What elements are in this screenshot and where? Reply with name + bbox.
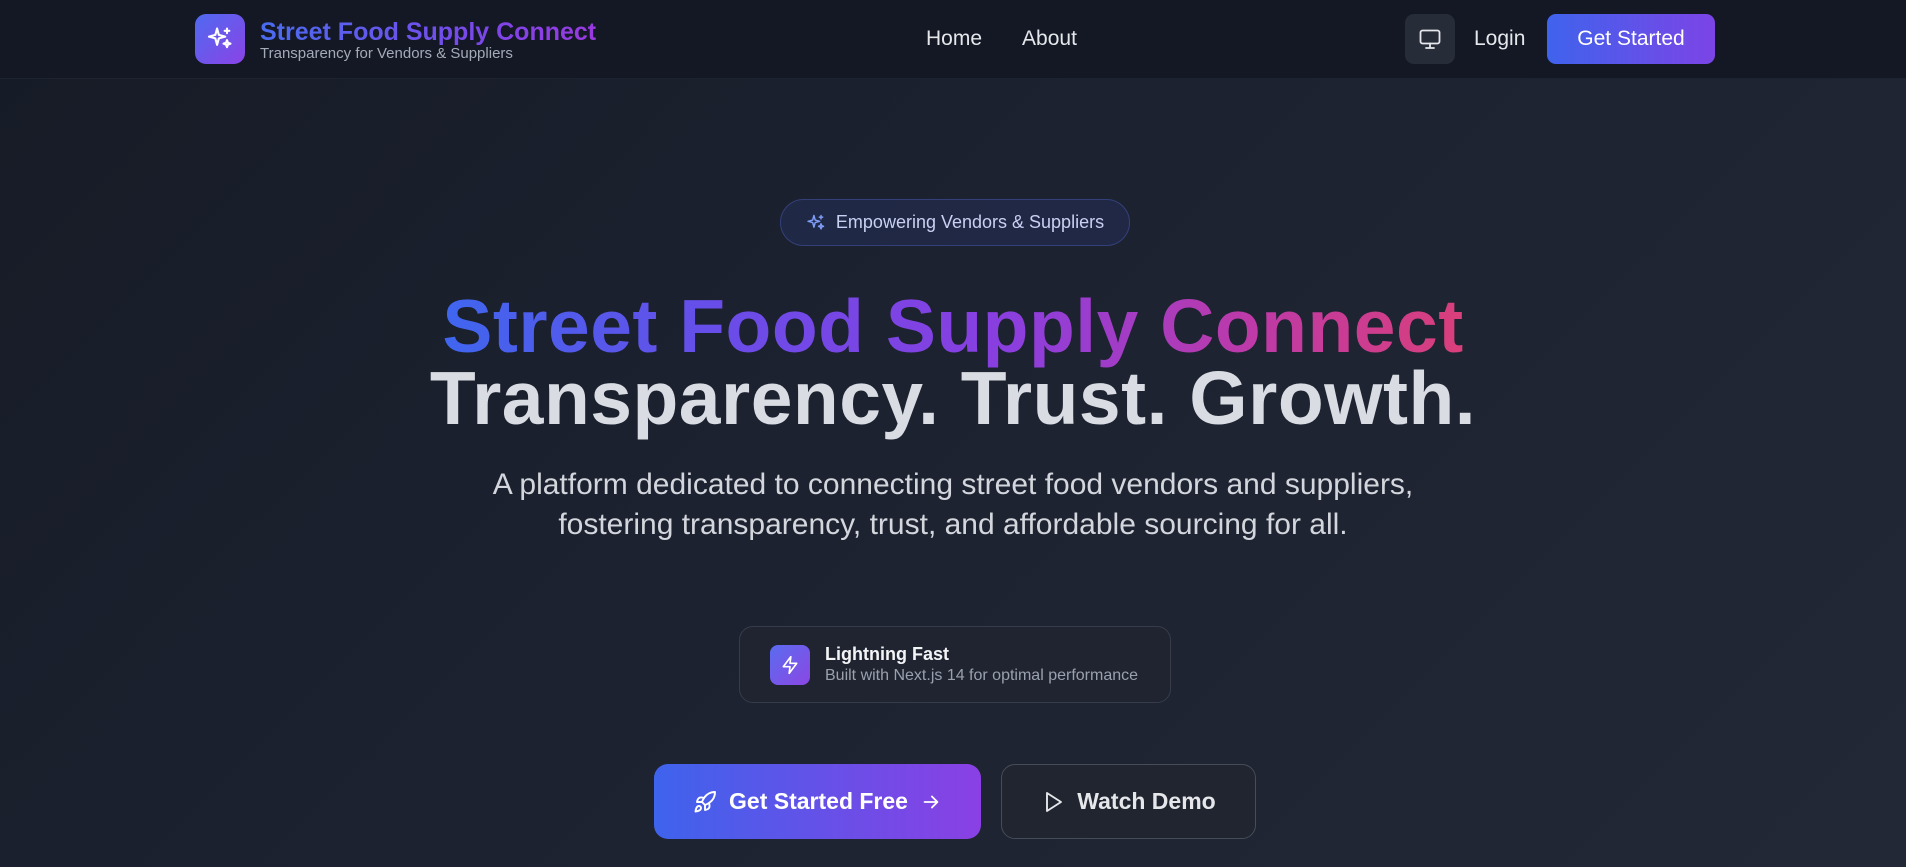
display-toggle-button[interactable] xyxy=(1405,14,1455,64)
feature-card: Lightning Fast Built with Next.js 14 for… xyxy=(739,626,1171,703)
login-link[interactable]: Login xyxy=(1474,26,1525,52)
brand-subtitle: Transparency for Vendors & Suppliers xyxy=(260,44,513,62)
watch-demo-button[interactable]: Watch Demo xyxy=(1001,764,1256,839)
rocket-icon xyxy=(693,790,717,814)
feature-title: Lightning Fast xyxy=(825,644,949,664)
hero-headline-plain: Transparency. Trust. Growth. xyxy=(429,356,1477,440)
get-started-free-label: Get Started Free xyxy=(729,788,908,814)
hero-description: A platform dedicated to connecting stree… xyxy=(492,468,1414,541)
watch-demo-label: Watch Demo xyxy=(1077,788,1216,814)
brand-text: Street Food Supply Connect Transparency … xyxy=(260,17,596,62)
get-started-button[interactable]: Get Started xyxy=(1547,14,1715,64)
hero-badge: Empowering Vendors & Suppliers xyxy=(780,199,1130,246)
hero-badge-text: Empowering Vendors & Suppliers xyxy=(835,212,1105,232)
play-icon xyxy=(1041,790,1065,814)
feature-text: Lightning Fast Built with Next.js 14 for… xyxy=(825,643,1138,686)
feature-subtitle: Built with Next.js 14 for optimal perfor… xyxy=(825,667,1139,684)
brand-title: Street Food Supply Connect xyxy=(260,17,597,46)
monitor-icon xyxy=(1418,27,1442,51)
sparkles-icon xyxy=(195,14,245,64)
lightning-icon xyxy=(770,644,810,685)
get-started-free-button[interactable]: Get Started Free xyxy=(654,764,981,839)
main-nav: Home About xyxy=(926,26,1117,52)
nav-link-home[interactable]: Home xyxy=(926,26,982,52)
sparkles-icon xyxy=(806,213,826,233)
brand[interactable]: Street Food Supply Connect Transparency … xyxy=(195,14,596,64)
top-navbar: Street Food Supply Connect Transparency … xyxy=(0,0,1906,79)
nav-link-about[interactable]: About xyxy=(1022,26,1077,52)
arrow-right-icon xyxy=(920,791,942,813)
